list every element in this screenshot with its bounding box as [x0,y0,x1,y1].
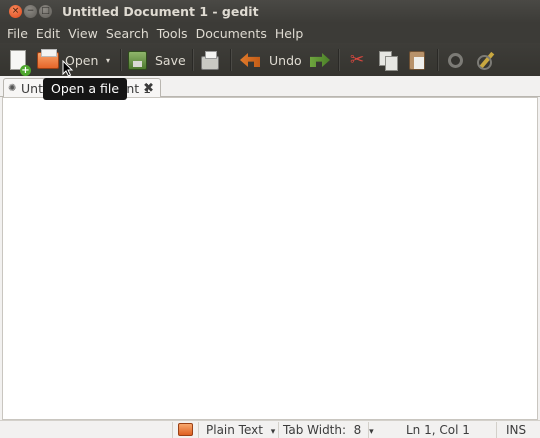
gedit-window: × − □ Untitled Document 1 - gedit File E… [0,0,540,438]
language-label: Plain Text [206,423,263,437]
cut-button[interactable]: ✂ [350,48,364,72]
document-status-icon [178,423,193,436]
status-separator [496,422,497,438]
paste-button[interactable] [409,48,425,72]
insert-mode: INS [506,423,527,437]
open-folder-icon [37,48,59,69]
status-bar: Plain Text ▾ Tab Width: 8 ▾ Ln 1, Col 1 … [0,420,540,438]
new-button[interactable] [10,48,31,76]
find-replace-icon [477,51,495,70]
toolbar-separator [230,49,231,71]
tab-width-label: Tab Width: 8 [283,423,362,437]
toolbar-separator [120,49,121,71]
title-bar[interactable]: × − □ Untitled Document 1 - gedit [0,0,540,23]
status-separator [278,422,279,438]
language-selector[interactable]: Plain Text ▾ [206,423,275,437]
chevron-down-icon: ▾ [369,427,374,437]
document-icon: ✺ [8,82,17,94]
undo-icon [240,53,260,67]
menu-file[interactable]: File [3,26,32,41]
maximize-window-button[interactable]: □ [39,5,52,18]
toolbar-separator [338,49,339,71]
open-recent-dropdown[interactable]: ▾ [106,48,110,72]
printer-icon [201,51,219,70]
tab-close-icon[interactable]: ✖ [143,81,154,96]
find-button[interactable] [448,48,463,72]
chevron-down-icon: ▾ [106,55,111,65]
print-button[interactable] [201,48,219,72]
toolbar: Open ▾ Save Undo ✂ [0,43,540,76]
status-separator [198,422,199,438]
minimize-window-button[interactable]: − [24,5,37,18]
status-separator [172,422,173,438]
close-icon: × [11,6,20,16]
toolbar-separator [437,49,438,71]
menu-edit[interactable]: Edit [32,26,64,41]
toolbar-separator [192,49,193,71]
menu-view[interactable]: View [64,26,102,41]
menu-documents[interactable]: Documents [192,26,271,41]
window-title: Untitled Document 1 - gedit [62,4,259,19]
text-editor-area[interactable] [2,97,538,420]
copy-button[interactable] [379,48,398,72]
status-separator [368,422,369,438]
find-icon [448,52,463,68]
cursor-position: Ln 1, Col 1 [406,423,470,437]
redo-icon [310,53,330,67]
chevron-down-icon: ▾ [270,427,276,437]
menu-bar: File Edit View Search Tools Documents He… [0,23,540,43]
tooltip: Open a file [43,78,128,100]
scissors-icon: ✂ [350,50,365,70]
close-window-button[interactable]: × [9,5,22,18]
menu-search[interactable]: Search [102,26,153,41]
save-button[interactable]: Save [128,48,186,72]
new-document-icon [10,50,31,76]
find-replace-button[interactable] [477,48,495,72]
mouse-cursor-icon [62,60,74,77]
undo-button[interactable]: Undo [240,48,302,72]
maximize-icon: □ [41,6,50,16]
minimize-icon: − [26,6,35,16]
save-label: Save [155,52,186,68]
menu-help[interactable]: Help [271,26,308,41]
paste-icon [409,50,425,70]
copy-icon [379,51,398,71]
tab-width-selector[interactable]: Tab Width: 8 ▾ [283,423,374,437]
save-icon [128,50,147,70]
undo-label: Undo [269,52,302,68]
redo-button[interactable] [310,48,330,72]
menu-tools[interactable]: Tools [153,26,192,41]
